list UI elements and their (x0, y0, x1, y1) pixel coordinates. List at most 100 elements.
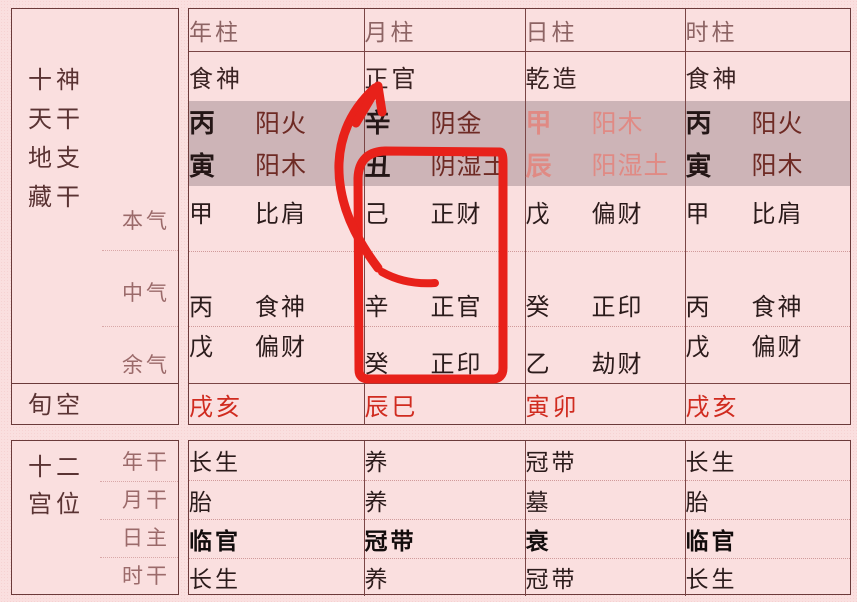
hidden-yuqi-month: 癸 正印 (364, 326, 526, 384)
twelve-palaces-grid: 长生 养 冠带 长生 胎 养 墓 胎 临官 冠带 衰 临官 长生 养 冠带 长生 (189, 441, 850, 596)
table-row-heavenly-stems: 丙 阳火 辛 阴金 甲 阳木 丙 阳火 (189, 101, 850, 142)
stem-char-day: 甲 (525, 109, 553, 139)
label-ten-gods: 十神 (28, 66, 84, 94)
palace-year-1: 胎 (189, 480, 365, 520)
stem-char-month: 辛 (364, 109, 392, 139)
xunkong-year: 戌亥 (189, 383, 365, 425)
stem-element-month: 阴金 (430, 108, 483, 138)
hidden-god-benqi-day: 偏财 (591, 200, 644, 228)
xunkong-day: 寅卯 (525, 383, 686, 425)
hidden-yuqi-day: 乙 劫财 (525, 326, 686, 384)
ten-god-year: 食神 (189, 51, 365, 101)
hidden-zhongqi-day: 癸 正印 (525, 251, 686, 327)
branch-element-hour: 阳木 (751, 151, 804, 180)
hidden-stem-zhongqi-day: 癸 (525, 292, 550, 321)
palace-year-2: 临官 (189, 519, 365, 559)
stem-hour: 丙 阳火 (685, 101, 850, 142)
table-row-xunkong: 戌亥 辰巳 寅卯 戌亥 (189, 383, 850, 425)
hidden-god-benqi-hour: 比肩 (751, 200, 804, 228)
palace-day-3: 冠带 (525, 558, 686, 596)
left-label-stack: 十神 天干 地支 藏干 (28, 61, 84, 217)
palace-day-0: 冠带 (525, 441, 686, 481)
hidden-stem-zhongqi-month: 辛 (364, 292, 389, 321)
twelve-palaces-table: 长生 养 冠带 长生 胎 养 墓 胎 临官 冠带 衰 临官 长生 养 冠带 长生 (188, 440, 851, 596)
xunkong-month: 辰巳 (364, 383, 526, 425)
stem-char-year: 丙 (189, 109, 217, 139)
branch-month: 丑 阴湿土 (364, 142, 526, 186)
label-earthly-branch: 地支 (28, 144, 84, 172)
label-hidden-stems: 藏干 (28, 183, 84, 211)
stem-year: 丙 阳火 (189, 101, 365, 142)
hidden-god-yuqi-day: 劫财 (591, 349, 644, 378)
hidden-stem-zhongqi-year: 丙 (189, 292, 213, 321)
hidden-stem-yuqi-month: 癸 (364, 349, 389, 378)
ten-god-hour: 食神 (685, 64, 740, 93)
label-palace-hour-stem: 时干 (122, 564, 170, 588)
hidden-stem-benqi-year: 甲 (189, 200, 213, 228)
hidden-god-zhongqi-day: 正印 (591, 292, 644, 321)
header-day-pillar: 日柱 (525, 9, 686, 52)
ten-god-month: 正官 (364, 51, 526, 101)
hidden-stem-benqi-month: 己 (364, 200, 389, 228)
branch-element-day: 阳湿土 (591, 151, 670, 180)
branch-day: 辰 阳湿土 (525, 142, 686, 186)
hidden-god-yuqi-month: 正印 (430, 349, 483, 378)
table-row-hidden-benqi: 甲 比肩 己 正财 戊 偏财 甲 比肩 (189, 186, 850, 252)
label-palace-month-stem: 月干 (122, 488, 170, 512)
label-yuqi: 余气 (122, 353, 170, 377)
hidden-stem-yuqi-hour: 戊 (685, 332, 710, 361)
palace-label-panel: 十二 宫位 年干 月干 日主 时干 (11, 440, 179, 595)
table-row-hidden-yuqi: 戊 偏财 癸 正印 乙 劫财 戊 偏财 (189, 326, 850, 384)
label-zhongqi: 中气 (122, 281, 170, 305)
label-palace-year-stem: 年干 (122, 450, 170, 474)
branch-element-month: 阴湿土 (430, 151, 509, 180)
stem-element-year: 阳火 (255, 108, 308, 138)
hidden-stem-yuqi-year: 戊 (189, 332, 213, 361)
palace-hour-1: 胎 (685, 480, 850, 520)
palace-year-3: 长生 (189, 558, 365, 596)
palace-month-1: 养 (364, 480, 526, 520)
palace-year-0: 长生 (189, 441, 365, 481)
palace-hour-0: 长生 (685, 441, 850, 481)
hidden-zhongqi-year: 丙 食神 (189, 251, 365, 327)
stem-char-hour: 丙 (685, 109, 713, 139)
xunkong-hour: 戌亥 (685, 392, 740, 421)
label-divider-2 (102, 326, 178, 327)
hidden-benqi-month: 己 正财 (364, 186, 526, 252)
palace-month-0: 养 (364, 441, 526, 481)
hidden-benqi-hour: 甲 比肩 (685, 186, 850, 252)
hidden-stem-benqi-hour: 甲 (685, 200, 710, 228)
branch-year: 寅 阳木 (189, 142, 365, 186)
hidden-god-yuqi-year: 偏财 (255, 332, 307, 361)
branch-char-hour: 寅 (685, 151, 713, 182)
table-row-ten-gods: 食神 正官 乾造 食神 (189, 51, 850, 101)
header-year-pillar: 年柱 (189, 9, 365, 52)
branch-char-year: 寅 (189, 151, 217, 182)
label-benqi: 本气 (122, 209, 170, 233)
label-divider-1 (102, 250, 178, 251)
branch-hour: 寅 阳木 (685, 142, 850, 186)
stem-month: 辛 阴金 (364, 101, 526, 142)
hidden-benqi-year: 甲 比肩 (189, 186, 365, 252)
stem-element-day: 阳木 (591, 108, 644, 138)
hidden-god-zhongqi-year: 食神 (255, 292, 307, 321)
ten-god-day: 乾造 (525, 51, 686, 101)
label-palace-day-master: 日主 (122, 526, 170, 550)
hidden-yuqi-hour: 戊 偏财 (685, 326, 850, 384)
hidden-zhongqi-hour: 丙 食神 (685, 251, 850, 327)
stem-element-hour: 阳火 (751, 108, 804, 138)
hidden-god-yuqi-hour: 偏财 (751, 332, 804, 361)
palace-month-3: 养 (364, 558, 526, 596)
palace-hour-3: 长生 (685, 567, 738, 594)
table-row-palace-hour-stem: 长生 养 冠带 长生 (189, 558, 850, 596)
palace-month-2: 冠带 (364, 519, 526, 559)
hidden-god-benqi-month: 正财 (430, 200, 483, 228)
table-row-palace-month-stem: 胎 养 墓 胎 (189, 480, 850, 520)
four-pillars-grid: 年柱 月柱 日柱 时柱 食神 正官 乾造 食神 丙 阳火 辛 阴金 甲 阳木 丙 阳… (189, 9, 850, 425)
branch-char-day: 辰 (525, 151, 553, 182)
table-row-pillar-headers: 年柱 月柱 日柱 时柱 (189, 9, 850, 52)
table-row-palace-year-stem: 长生 养 冠带 长生 (189, 441, 850, 481)
hidden-god-zhongqi-hour: 食神 (751, 292, 804, 321)
hidden-yuqi-year: 戊 偏财 (189, 326, 365, 384)
label-xunkong: 旬空 (28, 391, 84, 419)
